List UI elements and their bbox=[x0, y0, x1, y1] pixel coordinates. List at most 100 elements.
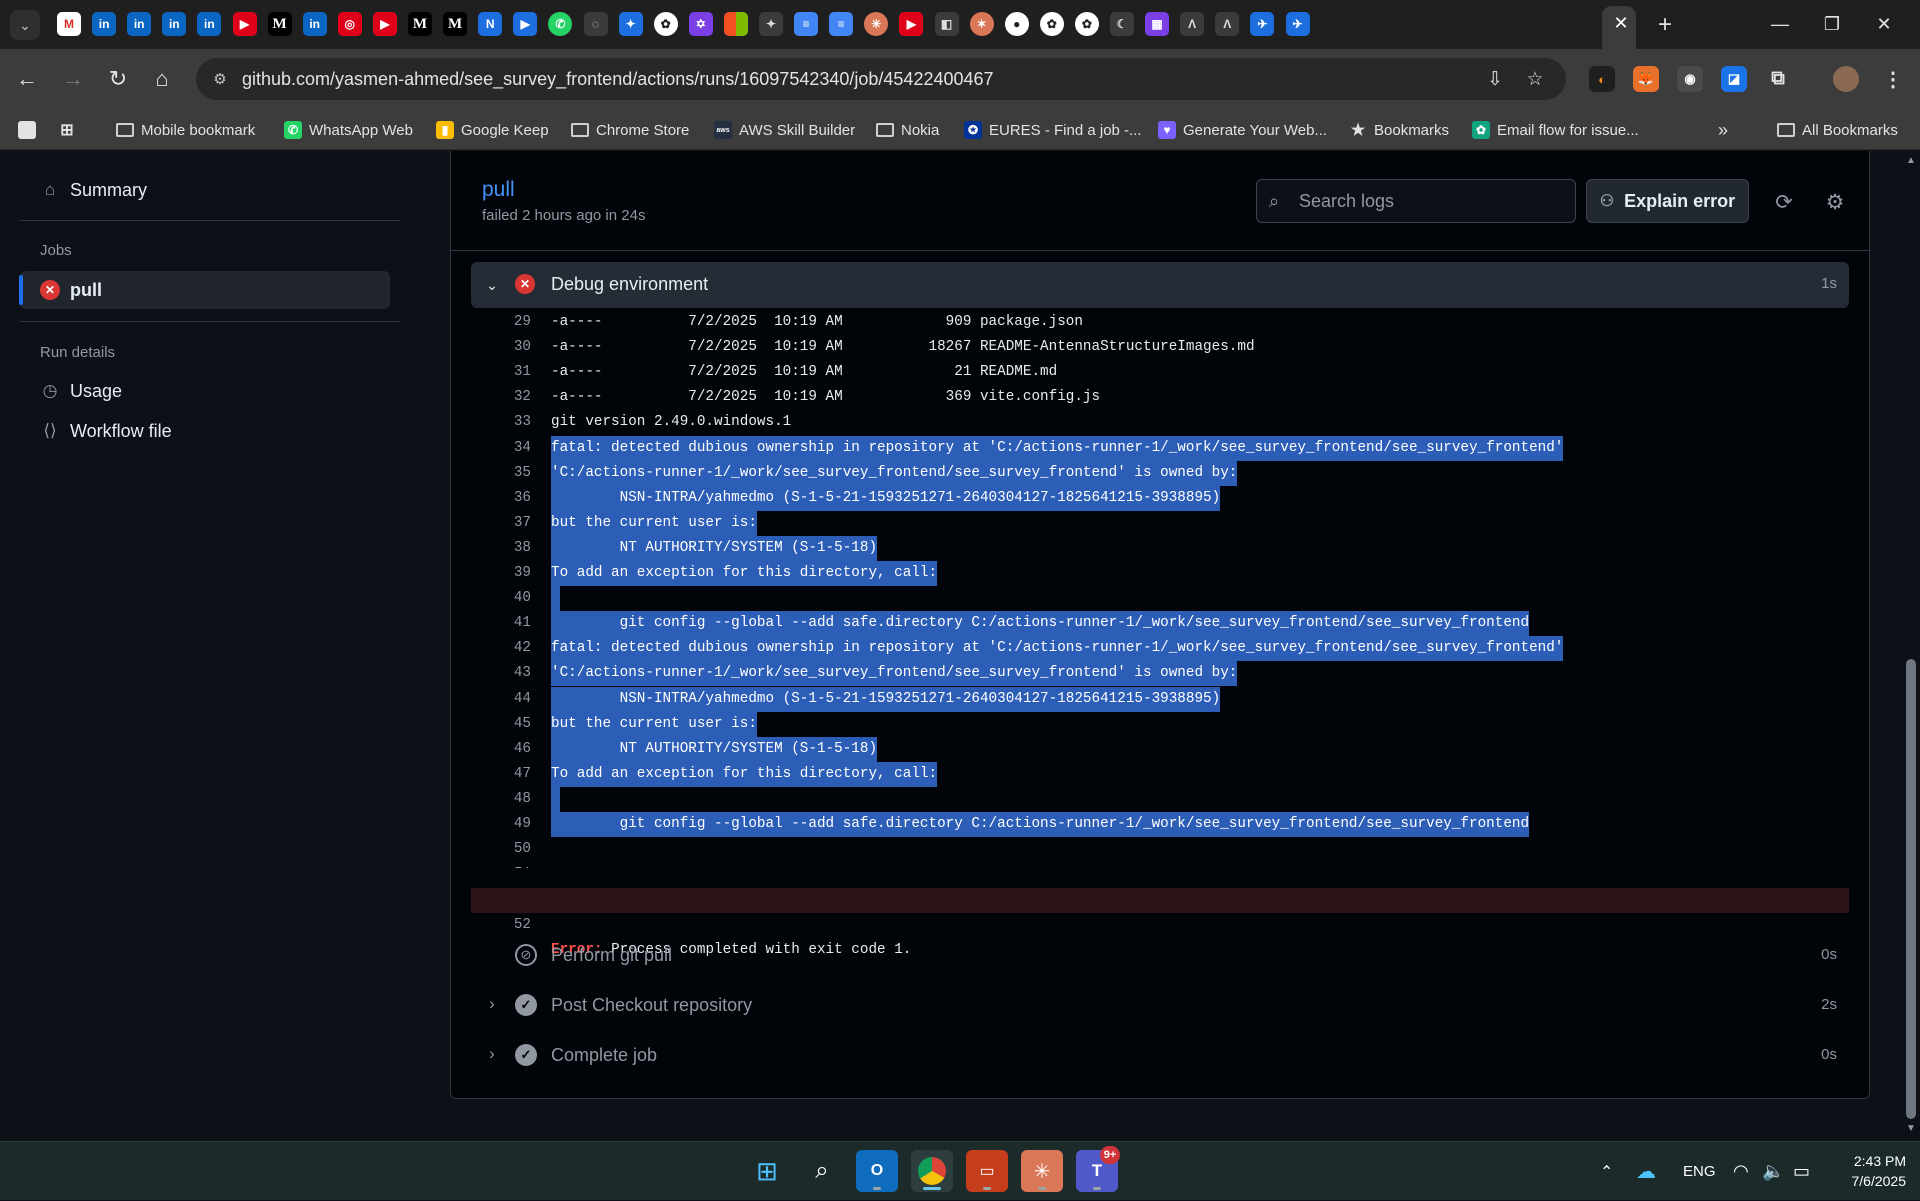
bookmark-item[interactable]: ★ Bookmarks bbox=[1349, 110, 1449, 150]
reload-button[interactable]: ↻ bbox=[101, 62, 135, 96]
log-line-number[interactable]: 31 bbox=[471, 360, 531, 385]
step-row[interactable]: ⊘ Perform git pull 0s bbox=[471, 932, 1849, 978]
star-tab-icon[interactable]: ✡ bbox=[688, 12, 713, 36]
log-line[interactable]: 33 git version 2.49.0.windows.1 bbox=[471, 410, 1849, 435]
new-tab-button[interactable]: + bbox=[1650, 10, 1680, 40]
log-line[interactable]: 51 bbox=[471, 862, 1849, 868]
bookmark-item[interactable]: ✿ Email flow for issue... bbox=[1472, 110, 1639, 150]
show-hidden-icons-chevron-icon[interactable]: ⌃ bbox=[1600, 1142, 1613, 1201]
a-tab-icon[interactable]: Λ bbox=[1215, 12, 1240, 36]
log-line-number[interactable]: 40 bbox=[471, 586, 531, 611]
youtube-tab-icon[interactable]: ▶ bbox=[899, 12, 924, 36]
log-line[interactable]: 36 NSN-INTRA/yahmedmo (S-1-5-21-15932512… bbox=[471, 485, 1849, 511]
settings-gear-icon[interactable]: ⚙ bbox=[1822, 189, 1848, 215]
scroll-down-arrow-icon[interactable]: ▼ bbox=[1905, 1123, 1917, 1135]
back-button[interactable]: ← bbox=[10, 62, 44, 96]
all-bookmarks-folder[interactable]: All Bookmarks bbox=[1777, 110, 1898, 150]
extension-icon[interactable]: ◐ bbox=[1589, 66, 1615, 92]
search-icon[interactable]: ⌕ bbox=[801, 1150, 843, 1192]
close-window-button[interactable]: ✕ bbox=[1864, 8, 1904, 40]
app-tab-icon[interactable]: ▦ bbox=[1145, 12, 1170, 36]
fox-tab-icon[interactable]: ✶ bbox=[969, 12, 994, 36]
a-tab-icon[interactable]: Λ bbox=[1180, 12, 1205, 36]
extensions-puzzle-icon[interactable]: ⧉ bbox=[1765, 66, 1791, 92]
bookmark-item[interactable]: ✪ EURES - Find a job -... bbox=[964, 110, 1142, 150]
tab-search-icon[interactable]: ⌄ bbox=[10, 10, 40, 40]
log-line[interactable]: 49 git config --global --add safe.direct… bbox=[471, 812, 1849, 837]
volume-icon[interactable]: 🔈 bbox=[1762, 1142, 1784, 1201]
bookmark-item[interactable]: Nokia bbox=[876, 110, 939, 150]
log-line[interactable]: 29 -a---- 7/2/2025 10:19 AM 909 package.j… bbox=[471, 310, 1849, 335]
log-line-number[interactable]: 36 bbox=[471, 486, 531, 511]
close-tab-icon[interactable]: ✕ bbox=[1610, 12, 1632, 34]
log-line[interactable]: 48 bbox=[471, 786, 1849, 812]
app-tab-icon[interactable]: ◧ bbox=[934, 12, 959, 36]
log-line-number[interactable]: 35 bbox=[471, 461, 531, 486]
linkedin-tab-icon[interactable]: in bbox=[302, 12, 327, 36]
log-line-number[interactable]: 45 bbox=[471, 712, 531, 737]
office-app-icon[interactable]: ▭ bbox=[966, 1150, 1008, 1192]
address-bar[interactable]: ⚙ github.com/yasmen-ahmed/see_survey_fro… bbox=[196, 58, 1566, 100]
log-line-number[interactable]: 29 bbox=[471, 310, 531, 335]
log-line[interactable]: 30 -a---- 7/2/2025 10:19 AM 18267 README-… bbox=[471, 335, 1849, 360]
log-error-line[interactable]: 52 Error: Process completed with exit co… bbox=[471, 888, 1849, 958]
linkedin-tab-icon[interactable]: in bbox=[92, 12, 117, 36]
log-output[interactable]: 29 -a---- 7/2/2025 10:19 AM 909 package.j… bbox=[471, 308, 1849, 868]
chevron-right-icon[interactable]: › bbox=[481, 994, 503, 1014]
url-text[interactable]: github.com/yasmen-ahmed/see_survey_front… bbox=[242, 69, 994, 90]
home-button[interactable]: ⌂ bbox=[145, 62, 179, 96]
log-line[interactable]: 50 bbox=[471, 837, 1849, 862]
page-scrollbar[interactable]: ▲ ▼ bbox=[1902, 151, 1920, 1141]
bookmark-item[interactable]: Mobile bookmark bbox=[116, 110, 255, 150]
site-tab-icon[interactable]: ◌ bbox=[583, 12, 608, 36]
medium-tab-icon[interactable]: M bbox=[443, 12, 468, 36]
log-line-number[interactable]: 38 bbox=[471, 536, 531, 561]
log-line-number[interactable]: 43 bbox=[471, 661, 531, 686]
log-line-number[interactable]: 32 bbox=[471, 385, 531, 410]
sidebar-item-job-pull[interactable]: ✕ pull bbox=[20, 271, 390, 309]
log-line[interactable]: 43 'C:/actions-runner-1/_work/see_survey_… bbox=[471, 661, 1849, 687]
whatsapp-tab-icon[interactable]: ✆ bbox=[548, 12, 573, 36]
send-tab-icon[interactable]: ✈ bbox=[1285, 12, 1310, 36]
medium-tab-icon[interactable]: M bbox=[267, 12, 292, 36]
log-line[interactable]: 41 git config --global --add safe.direct… bbox=[471, 611, 1849, 637]
bookmark-item[interactable]: aws AWS Skill Builder bbox=[714, 110, 855, 150]
explain-error-button[interactable]: ⚇ Explain error bbox=[1586, 179, 1749, 223]
onedrive-cloud-icon[interactable]: ☁ bbox=[1636, 1142, 1656, 1201]
claude-tab-icon[interactable]: ✳ bbox=[864, 12, 889, 36]
wifi-icon[interactable]: ◠ bbox=[1733, 1142, 1749, 1201]
microsoft-tab-icon[interactable] bbox=[723, 12, 748, 36]
gmail-tab-icon[interactable]: M bbox=[57, 12, 81, 36]
claude-app-icon[interactable]: ✳ bbox=[1021, 1150, 1063, 1192]
log-line[interactable]: 45 but the current user is: bbox=[471, 711, 1849, 737]
step-row[interactable]: › ✓ Complete job 0s bbox=[471, 1032, 1849, 1078]
chatgpt-tab-icon[interactable]: ✿ bbox=[1039, 12, 1064, 36]
log-line-number[interactable]: 48 bbox=[471, 787, 531, 812]
log-line[interactable]: 46 NT AUTHORITY/SYSTEM (S-1-5-18) bbox=[471, 736, 1849, 762]
more-bookmarks-chevron-icon[interactable]: » bbox=[1718, 110, 1728, 150]
maximize-window-button[interactable]: ❐ bbox=[1812, 8, 1852, 40]
bookmark-item[interactable]: ♥ Generate Your Web... bbox=[1158, 110, 1327, 150]
medium-tab-icon[interactable]: M bbox=[408, 12, 432, 36]
chatgpt-tab-icon[interactable]: ✿ bbox=[1074, 12, 1099, 36]
chatgpt-tab-icon[interactable]: ✿ bbox=[653, 12, 678, 36]
bookmark-item[interactable]: ✆ WhatsApp Web bbox=[284, 110, 413, 150]
minimize-window-button[interactable]: — bbox=[1760, 8, 1800, 40]
system-clock[interactable]: 2:43 PM 7/6/2025 bbox=[1822, 1151, 1907, 1191]
log-line[interactable]: 35 'C:/actions-runner-1/_work/see_survey_… bbox=[471, 460, 1849, 486]
bookmark-star-icon[interactable]: ☆ bbox=[1523, 67, 1547, 91]
youtube-tab-icon[interactable]: ▶ bbox=[232, 12, 257, 36]
log-line-number[interactable]: 51 bbox=[471, 862, 531, 868]
log-line[interactable]: 37 but the current user is: bbox=[471, 510, 1849, 536]
chevron-right-icon[interactable]: › bbox=[481, 1044, 503, 1064]
install-app-icon[interactable]: ⇩ bbox=[1483, 67, 1507, 91]
log-line[interactable]: 32 -a---- 7/2/2025 10:19 AM 369 vite.conf… bbox=[471, 385, 1849, 410]
log-line-number[interactable]: 37 bbox=[471, 511, 531, 536]
search-logs-input[interactable] bbox=[1299, 190, 1559, 212]
battery-icon[interactable]: ▭ bbox=[1793, 1142, 1810, 1201]
app-tab-icon[interactable]: ◎ bbox=[337, 12, 362, 36]
log-line-number[interactable]: 50 bbox=[471, 837, 531, 862]
job-title[interactable]: pull bbox=[482, 178, 515, 202]
log-line-number[interactable]: 39 bbox=[471, 561, 531, 586]
metamask-extension-icon[interactable]: 🦊 bbox=[1633, 66, 1659, 92]
